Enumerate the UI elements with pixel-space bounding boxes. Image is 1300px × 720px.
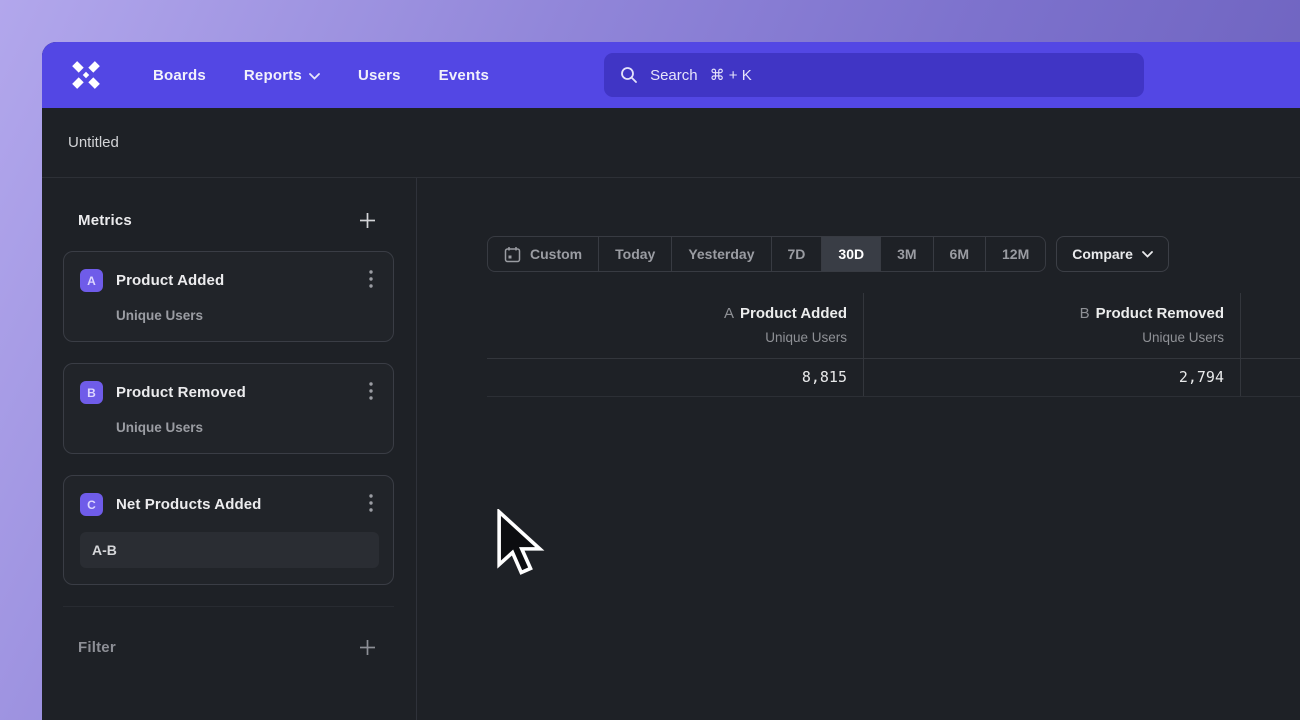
date-range-3m[interactable]: 3M: [880, 237, 932, 271]
date-range-label: Custom: [530, 246, 582, 262]
value-cell-b[interactable]: 2,794: [864, 359, 1241, 396]
calendar-icon: [504, 246, 521, 263]
query-sidebar: Metrics A Product Added: [42, 178, 417, 720]
app-window: Boards Reports Users Events Search ⌘ + K…: [42, 42, 1300, 720]
filter-label: Filter: [78, 639, 116, 656]
search-placeholder: Search: [650, 67, 698, 84]
nav-events[interactable]: Events: [439, 67, 489, 84]
metrics-header: Metrics: [63, 208, 394, 233]
compare-label: Compare: [1072, 246, 1133, 262]
metric-measurement[interactable]: Unique Users: [116, 420, 379, 435]
metric-menu-button[interactable]: [363, 490, 379, 519]
date-range-custom[interactable]: Custom: [488, 237, 598, 271]
date-range-7d[interactable]: 7D: [771, 237, 822, 271]
value-cell-a[interactable]: 8,815: [487, 359, 864, 396]
search-icon: [620, 66, 638, 84]
report-title-bar: Untitled: [42, 108, 1300, 178]
metric-card-b[interactable]: B Product Removed Unique Users: [63, 363, 394, 454]
date-range-12m[interactable]: 12M: [985, 237, 1045, 271]
date-range-label: 7D: [788, 246, 806, 262]
metric-card-a[interactable]: A Product Added Unique Users: [63, 251, 394, 342]
date-range-today[interactable]: Today: [598, 237, 671, 271]
column-header-spacer: [1241, 293, 1300, 358]
column-subtitle: Unique Users: [497, 330, 847, 345]
metric-menu-button[interactable]: [363, 378, 379, 407]
metric-name: Product Added: [116, 272, 363, 289]
nav-events-label: Events: [439, 67, 489, 84]
search-input[interactable]: Search ⌘ + K: [604, 53, 1144, 97]
nav-boards[interactable]: Boards: [153, 67, 206, 84]
column-letter: A: [724, 305, 734, 322]
metric-badge: C: [80, 493, 103, 516]
date-controls: Custom Today Yesterday 7D 30D: [487, 236, 1300, 272]
date-range-label: 3M: [897, 246, 916, 262]
filter-section: Filter: [63, 607, 394, 687]
date-range-6m[interactable]: 6M: [933, 237, 985, 271]
metric-menu-button[interactable]: [363, 266, 379, 295]
mixpanel-logo-icon[interactable]: [68, 58, 104, 92]
date-range-label: 30D: [838, 246, 864, 262]
date-range-label: Yesterday: [688, 246, 754, 262]
breakdown-section: Breakdown: [63, 687, 394, 720]
add-metric-button[interactable]: [355, 208, 380, 233]
column-letter: B: [1080, 305, 1090, 322]
compare-button[interactable]: Compare: [1056, 236, 1169, 272]
metric-badge: A: [80, 269, 103, 292]
metric-measurement[interactable]: Unique Users: [116, 308, 379, 323]
kebab-menu-icon: [369, 494, 373, 512]
value-cell-spacer: [1241, 359, 1300, 396]
metrics-title: Metrics: [78, 212, 132, 229]
metric-name: Net Products Added: [116, 496, 363, 513]
plus-icon: [359, 212, 376, 229]
nav-users-label: Users: [358, 67, 401, 84]
column-title: Product Added: [740, 305, 847, 322]
plus-icon: [359, 639, 376, 656]
nav-boards-label: Boards: [153, 67, 206, 84]
chevron-down-icon: [309, 73, 320, 80]
report-title[interactable]: Untitled: [68, 134, 119, 151]
search-shortcut: ⌘ + K: [710, 66, 752, 84]
results-table: A Product Added Unique Users B Product Rem…: [487, 293, 1300, 397]
metric-name: Product Removed: [116, 384, 363, 401]
kebab-menu-icon: [369, 270, 373, 288]
add-breakdown-button[interactable]: [355, 715, 380, 720]
top-nav: Boards Reports Users Events Search ⌘ + K: [42, 42, 1300, 108]
kebab-menu-icon: [369, 382, 373, 400]
date-range-label: Today: [615, 246, 655, 262]
column-subtitle: Unique Users: [874, 330, 1224, 345]
date-range-label: 6M: [950, 246, 969, 262]
chevron-down-icon: [1142, 251, 1153, 258]
metric-badge: B: [80, 381, 103, 404]
column-title: Product Removed: [1096, 305, 1224, 322]
table-value-row: 8,815 2,794: [487, 359, 1300, 397]
sidebar-sections: Filter Breakdown: [63, 606, 394, 720]
formula-input[interactable]: A-B: [80, 532, 379, 568]
column-header-a: A Product Added Unique Users: [487, 293, 864, 358]
date-range-yesterday[interactable]: Yesterday: [671, 237, 770, 271]
nav-users[interactable]: Users: [358, 67, 401, 84]
add-filter-button[interactable]: [355, 635, 380, 660]
date-range-selector: Custom Today Yesterday 7D 30D: [487, 236, 1046, 272]
nav-reports[interactable]: Reports: [244, 67, 320, 84]
results-panel: Custom Today Yesterday 7D 30D: [417, 178, 1300, 720]
date-range-30d[interactable]: 30D: [821, 237, 880, 271]
metric-card-c[interactable]: C Net Products Added A-B: [63, 475, 394, 585]
table-header-row: A Product Added Unique Users B Product Rem…: [487, 293, 1300, 359]
column-header-b: B Product Removed Unique Users: [864, 293, 1241, 358]
nav-reports-label: Reports: [244, 67, 302, 84]
date-range-label: 12M: [1002, 246, 1029, 262]
